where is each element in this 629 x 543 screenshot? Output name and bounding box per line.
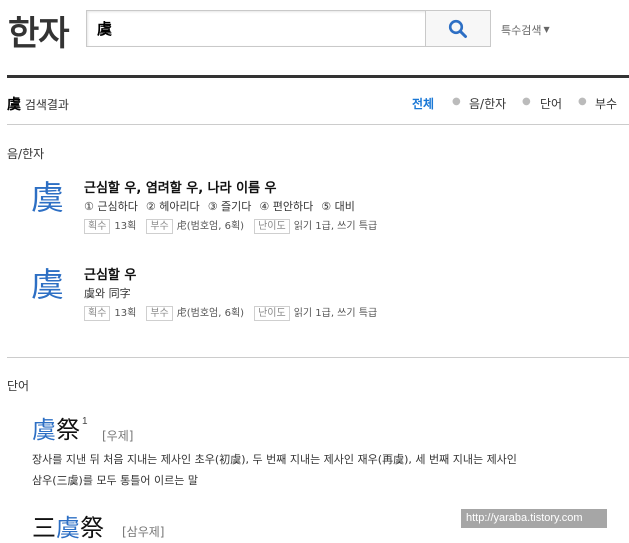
- sense-item: ① 근심하다: [84, 200, 138, 213]
- level-value: 읽기 1급, 쓰기 특급: [293, 221, 378, 232]
- search-button[interactable]: [425, 10, 491, 47]
- search-input[interactable]: [87, 11, 426, 46]
- tabs-divider: [7, 124, 629, 125]
- radical-tag: 부수: [146, 306, 173, 321]
- word-highlight: 虞: [32, 416, 56, 444]
- radical-tag: 부수: [146, 219, 173, 234]
- word-highlight: 虞: [56, 514, 80, 542]
- stroke-value: 13획: [114, 308, 137, 319]
- search-icon: [448, 19, 467, 38]
- stroke-tag: 획수: [84, 306, 111, 321]
- word-reading: [삼우제]: [122, 525, 165, 539]
- sense-item: ② 헤아리다: [145, 200, 200, 213]
- definition-line: 삼우(三虞)를 모두 통틀어 이르는 말: [32, 474, 199, 487]
- sense-item: ④ 편안하다: [259, 200, 314, 213]
- tab-radical[interactable]: 부수: [595, 95, 617, 112]
- radical-value[interactable]: 虍(범호엄, 6획): [177, 221, 244, 232]
- level-tag: 난이도: [254, 219, 290, 234]
- hanja-meta: 획수 13획 부수 虍(범호엄, 6획) 난이도 읽기 1급, 쓰기 특급: [84, 304, 387, 321]
- special-search-dropdown[interactable]: 특수검색 ▼: [501, 22, 550, 38]
- caret-down-icon: ▼: [543, 25, 550, 34]
- section-label-words: 단어: [7, 379, 30, 393]
- word-reading: [우제]: [102, 429, 134, 443]
- sense-item: ③ 즐기다: [207, 200, 252, 213]
- section-label-hanja: 음/한자: [7, 147, 45, 161]
- radical-value[interactable]: 虍(범호엄, 6획): [177, 308, 244, 319]
- hanja-meaning[interactable]: 근심할 우: [84, 264, 136, 283]
- tab-sound-hanja[interactable]: 음/한자: [469, 95, 506, 112]
- sense-item: ⑤ 대비: [321, 200, 355, 213]
- search-field-wrapper: [86, 10, 426, 47]
- level-tag: 난이도: [254, 306, 290, 321]
- definition-line: 장사를 지낸 뒤 처음 지내는 제사인 초우(初虞), 두 번째 지내는 제사인…: [32, 453, 517, 466]
- tab-separator: ●: [578, 96, 587, 107]
- sense-item: 虞와 同字: [84, 287, 131, 300]
- header-divider: [7, 75, 629, 78]
- word-title[interactable]: 虞祭 1: [32, 410, 88, 445]
- word-suffix: 祭: [80, 514, 104, 542]
- word-definition: 장사를 지낸 뒤 처음 지내는 제사인 초우(初虞), 두 번째 지내는 제사인…: [32, 449, 612, 491]
- logo[interactable]: 한자: [8, 6, 70, 55]
- tab-separator: ●: [452, 96, 461, 107]
- word-title[interactable]: 三虞祭: [32, 508, 104, 543]
- hanja-char[interactable]: 虞: [31, 171, 64, 219]
- special-search-label: 특수검색: [501, 24, 542, 37]
- hanja-senses: ① 근심하다 ② 헤아리다 ③ 즐기다 ④ 편안하다 ⑤ 대비: [84, 198, 363, 214]
- hanja-meta: 획수 13획 부수 虍(범호엄, 6획) 난이도 읽기 1급, 쓰기 특급: [84, 217, 387, 234]
- stroke-tag: 획수: [84, 219, 111, 234]
- hanja-meaning[interactable]: 근심할 우, 염려할 우, 나라 이름 우: [84, 177, 277, 196]
- stroke-value: 13획: [114, 221, 137, 232]
- tab-bar: 전체 ● 음/한자 ● 단어 ● 부수: [0, 95, 629, 111]
- tab-words[interactable]: 단어: [540, 95, 562, 112]
- hanja-char[interactable]: 虞: [31, 258, 64, 306]
- watermark: http://yaraba.tistory.com: [461, 509, 607, 528]
- word-prefix: 三: [32, 514, 56, 542]
- tab-separator: ●: [522, 96, 531, 107]
- word-suffix: 祭: [56, 416, 80, 444]
- level-value: 읽기 1급, 쓰기 특급: [293, 308, 378, 319]
- homonym-number: 1: [82, 416, 88, 427]
- section-divider: [7, 357, 629, 358]
- hanja-senses: 虞와 同字: [84, 285, 139, 301]
- tab-all[interactable]: 전체: [412, 95, 434, 112]
